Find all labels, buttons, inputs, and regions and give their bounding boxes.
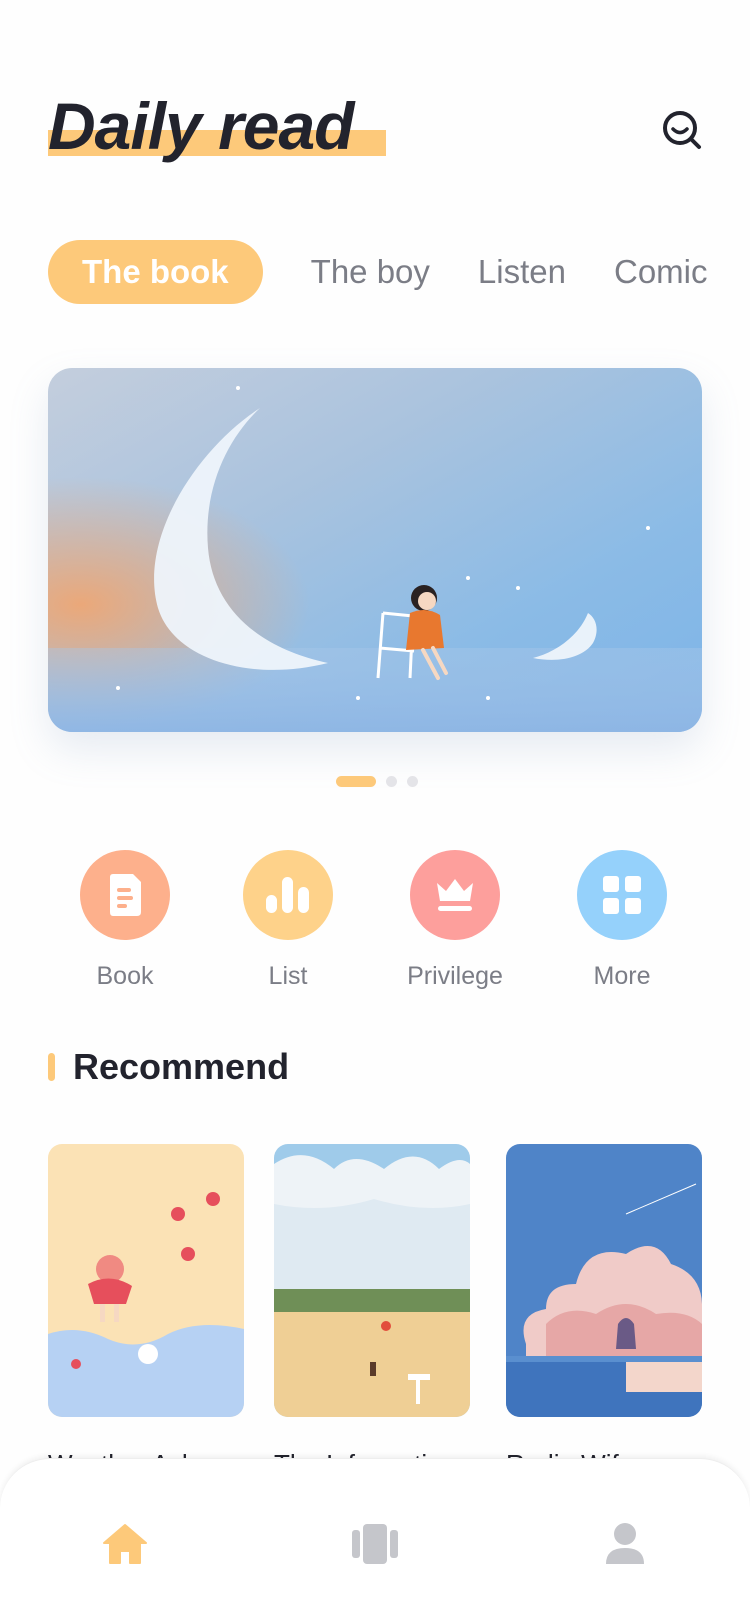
list-chart-icon	[266, 877, 309, 913]
book-cover-art	[274, 1144, 470, 1417]
action-list-circle	[243, 850, 333, 940]
book-cover	[506, 1144, 702, 1417]
banner-dot-3[interactable]	[407, 776, 418, 787]
book-card[interactable]: Radio Wife	[506, 1144, 702, 1480]
nav-library[interactable]	[350, 1519, 400, 1569]
book-cover-art	[506, 1144, 702, 1417]
banner-pagination	[336, 776, 418, 787]
featured-banner[interactable]	[48, 368, 702, 732]
book-cover	[48, 1144, 244, 1417]
action-more-label: More	[593, 962, 651, 990]
recommend-header: Recommend	[48, 1046, 289, 1088]
crown-icon	[437, 879, 473, 911]
tab-listen[interactable]: Listen	[478, 240, 566, 304]
book-cover-art	[48, 1144, 244, 1417]
home-icon	[103, 1524, 147, 1564]
action-book-label: Book	[96, 962, 154, 990]
action-privilege[interactable]: Privilege	[390, 850, 520, 991]
grid-icon	[603, 876, 641, 914]
action-list[interactable]: List	[223, 850, 353, 991]
action-book-circle	[80, 850, 170, 940]
tab-comic[interactable]: Comic	[614, 240, 708, 304]
recommend-list: Weather Achan The Information	[48, 1144, 750, 1479]
banner-illustration	[48, 368, 702, 732]
search-button[interactable]	[660, 108, 704, 152]
book-cover	[274, 1144, 470, 1417]
book-card[interactable]: The Information	[274, 1144, 470, 1480]
banner-dot-1[interactable]	[336, 776, 376, 787]
app-title: Daily read	[48, 89, 354, 163]
app-title-wrap: Daily read	[48, 88, 386, 164]
book-icon	[110, 874, 141, 916]
bottom-navigation	[0, 1458, 750, 1624]
recommend-title: Recommend	[73, 1046, 290, 1087]
nav-home[interactable]	[100, 1519, 150, 1569]
book-card[interactable]: Weather Achan	[48, 1144, 244, 1480]
header: Daily read	[0, 0, 750, 200]
action-more[interactable]: More	[557, 850, 687, 991]
search-icon	[663, 111, 701, 149]
nav-profile[interactable]	[600, 1519, 650, 1569]
banner-dot-2[interactable]	[386, 776, 397, 787]
tab-the-boy[interactable]: The boy	[311, 240, 430, 304]
action-list-label: List	[268, 962, 308, 990]
action-privilege-label: Privilege	[407, 962, 503, 990]
section-accent-bar	[48, 1053, 55, 1081]
tab-the-book[interactable]: The book	[48, 240, 263, 304]
category-tabs: The book The boy Listen Comic	[48, 240, 750, 304]
user-icon	[606, 1523, 644, 1564]
action-more-circle	[577, 850, 667, 940]
action-privilege-circle	[410, 850, 500, 940]
cards-icon	[352, 1524, 398, 1564]
action-book[interactable]: Book	[60, 850, 190, 991]
